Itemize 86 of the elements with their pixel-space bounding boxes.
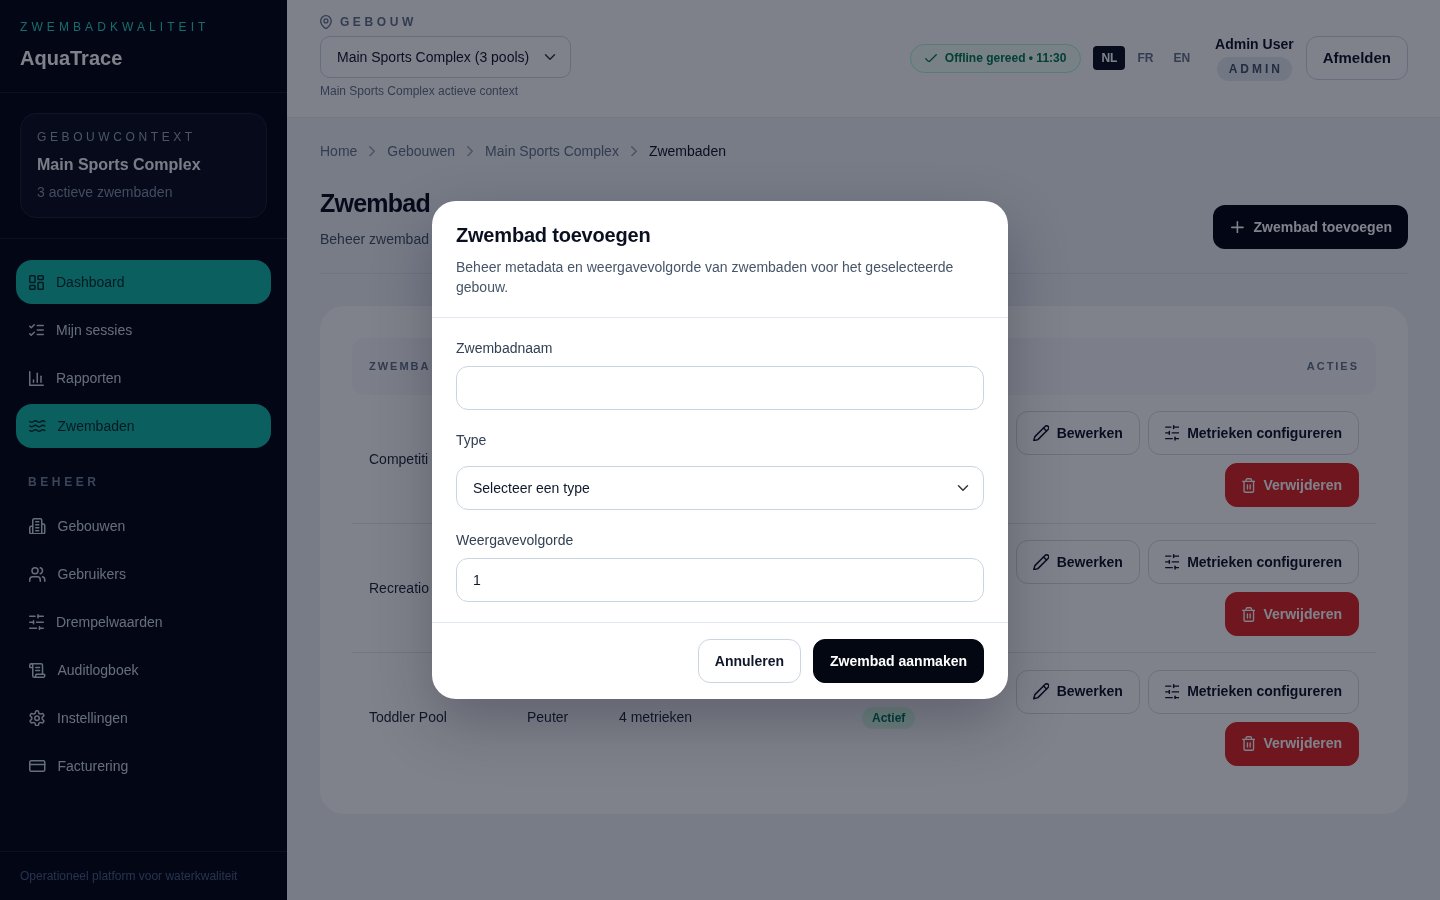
nav-item[interactable]: Zwembaden (16, 404, 271, 448)
bar-chart-icon (29, 370, 44, 386)
brand-name: AquaTrace (20, 46, 123, 70)
table-cell-text: Toddler Pool (369, 708, 447, 727)
sliders-icon (1164, 683, 1180, 700)
nav-item[interactable]: Gebouwen (16, 504, 271, 548)
nav-item[interactable]: Auditlogboek (16, 648, 271, 692)
logout-button[interactable]: Afmelden (1305, 36, 1408, 80)
text-field[interactable] (456, 366, 984, 410)
language-button[interactable]: EN (1165, 46, 1199, 70)
page-subtitle: Beheer zwembad (320, 230, 429, 249)
trash-icon (1241, 606, 1256, 622)
cancel-button[interactable]: Annuleren (697, 639, 802, 683)
plus-icon (1230, 220, 1244, 234)
nav-section-heading: BEHEER (28, 474, 100, 490)
pencil-icon (1032, 424, 1049, 442)
building-hint: Main Sports Complex actieve context (320, 83, 519, 99)
map-pin-icon (320, 14, 332, 30)
delete-button[interactable]: Verwijderen (1224, 721, 1359, 766)
create-button[interactable]: Zwembad aanmaken (813, 639, 984, 683)
context-pool-count: 3 actieve zwembaden (37, 183, 173, 202)
delete-button[interactable]: Verwijderen (1224, 463, 1359, 507)
table-cell-text: 4 metrieken (619, 708, 693, 727)
pencil-icon (1032, 553, 1049, 571)
nav-item[interactable]: Gebruikers (16, 552, 271, 596)
language-button[interactable]: NL (1093, 46, 1126, 70)
scroll-icon (29, 662, 46, 678)
edit-button[interactable]: Bewerken (1015, 411, 1140, 455)
trash-icon (1241, 477, 1256, 493)
nav-item[interactable]: Dashboard (16, 260, 271, 304)
table-cell-text: Recreatio (369, 578, 429, 598)
building-icon (29, 517, 46, 535)
configure-metrics-button[interactable]: Metrieken configureren (1147, 540, 1359, 584)
configure-metrics-button[interactable]: Metrieken configureren (1147, 669, 1359, 714)
brand-tagline: ZWEMBADKWALITEIT (20, 19, 210, 35)
language-button[interactable]: FR (1129, 46, 1162, 70)
table-cell-text: Peuter (527, 708, 569, 727)
card-icon (29, 760, 46, 772)
users-icon (29, 566, 46, 582)
table-cell-text: Competiti (369, 449, 429, 469)
role-badge: ADMIN (1216, 57, 1293, 81)
breadcrumb-current: Zwembaden (648, 142, 726, 161)
field-label: Zwembadnaam (456, 339, 553, 358)
select-field[interactable]: Selecteer een type (456, 466, 984, 510)
breadcrumb-link[interactable]: Gebouwen (387, 141, 456, 161)
sliders-icon (1164, 425, 1180, 441)
chevron-right-icon (467, 145, 474, 157)
chevron-right-icon (630, 145, 637, 157)
user-name: Admin User (1215, 35, 1294, 53)
delete-button[interactable]: Verwijderen (1224, 592, 1359, 636)
field-label: Weergavevolgorde (456, 531, 574, 550)
breadcrumb-link[interactable]: Main Sports Complex (485, 141, 619, 161)
grid-icon (29, 274, 44, 290)
waves-icon (29, 420, 46, 432)
sidebar-footer-text: Operationeel platform voor waterkwaliteit (20, 868, 238, 885)
nav-item[interactable]: Facturering (16, 744, 271, 788)
edit-button[interactable]: Bewerken (1015, 669, 1140, 714)
number-field[interactable]: 1 (456, 558, 984, 602)
nav-item[interactable]: Instellingen (16, 696, 271, 740)
settings-icon (29, 709, 45, 727)
configure-metrics-button[interactable]: Metrieken configureren (1147, 411, 1359, 455)
sliders-icon (29, 613, 44, 631)
trash-icon (1241, 736, 1256, 751)
context-building-name: Main Sports Complex (37, 155, 201, 175)
nav-item[interactable]: Drempelwaarden (16, 600, 271, 644)
status-badge: Actief (862, 706, 916, 729)
page-title: Zwembad (320, 188, 431, 219)
check-icon (924, 53, 937, 63)
building-select[interactable]: Main Sports Complex (3 pools) (320, 36, 571, 78)
checklist-icon (29, 324, 44, 336)
dialog-title: Zwembad toevoegen (456, 223, 651, 247)
nav-item[interactable]: Mijn sessies (16, 308, 271, 352)
sync-status-text: Offline gereed • 11:30 (944, 50, 1067, 67)
nav-item[interactable]: Rapporten (16, 356, 271, 400)
edit-button[interactable]: Bewerken (1015, 540, 1140, 584)
context-label: GEBOUWCONTEXT (37, 129, 196, 145)
building-label: GEBOUW (339, 14, 417, 30)
sliders-icon (1164, 554, 1180, 570)
dialog-description: Beheer metadata en weergavevolgorde van zwembaden voor het geselecteerde gebouw. (456, 258, 955, 297)
column-header: ACTIES (1306, 359, 1359, 375)
add-pool-button[interactable]: Zwembad toevoegen (1212, 205, 1408, 249)
field-label: Type (456, 431, 487, 450)
chevron-right-icon (369, 145, 376, 157)
column-header: ZWEMBA (369, 359, 431, 375)
pencil-icon (1032, 683, 1049, 700)
breadcrumb-link[interactable]: Home (320, 141, 358, 161)
